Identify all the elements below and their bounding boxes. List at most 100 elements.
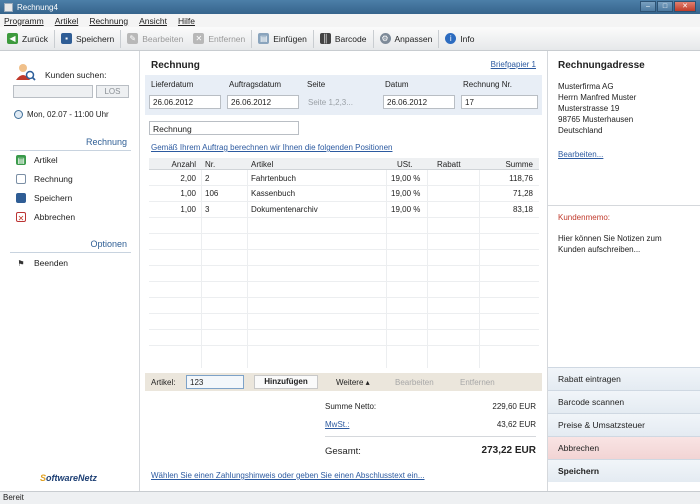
barcode-button[interactable]: ║ Barcode bbox=[315, 29, 372, 49]
remove-position-button[interactable]: Entfernen bbox=[460, 378, 495, 387]
page-field[interactable]: Seite 1,2,3... bbox=[304, 95, 376, 109]
address-line: Musterfirma AG bbox=[558, 82, 614, 91]
panel-divider bbox=[548, 205, 700, 206]
totals-divider bbox=[325, 436, 536, 437]
menu-programm[interactable]: Programm bbox=[4, 16, 44, 26]
section-divider bbox=[10, 252, 131, 253]
sidebar-item-speichern[interactable]: Speichern bbox=[16, 193, 72, 203]
edit-icon: ✎ bbox=[127, 33, 139, 44]
toolbar-separator bbox=[53, 29, 55, 48]
grid-line bbox=[479, 158, 480, 368]
sidebar-item-rechnung[interactable]: Rechnung bbox=[16, 174, 73, 184]
paste-button[interactable]: ▤ Einfügen bbox=[253, 29, 312, 49]
add-article-button[interactable]: Hinzufügen bbox=[254, 375, 318, 389]
document-icon bbox=[16, 174, 26, 184]
status-bar: Bereit bbox=[0, 491, 700, 504]
menu-hilfe[interactable]: Hilfe bbox=[178, 16, 195, 26]
column-header-vat[interactable]: USt. bbox=[397, 160, 413, 169]
row-article: Kassenbuch bbox=[251, 189, 296, 198]
customize-button[interactable]: ⚙ Anpassen bbox=[375, 29, 438, 49]
clipboard-icon: ▤ bbox=[258, 33, 270, 44]
toolbar-separator bbox=[312, 29, 314, 48]
customer-memo-text[interactable]: Hier können Sie Notizen zum Kunden aufsc… bbox=[558, 233, 688, 255]
back-button[interactable]: ◀ Zurück bbox=[2, 29, 53, 49]
article-entry-label: Artikel: bbox=[151, 378, 176, 387]
row-nr: 2 bbox=[205, 174, 210, 183]
app-icon bbox=[4, 2, 13, 12]
clock-icon bbox=[14, 110, 23, 119]
customer-memo-title: Kundenmemo: bbox=[558, 213, 611, 222]
address-line: Herrn Manfred Muster bbox=[558, 93, 637, 102]
letterhead-link[interactable]: Briefpapier 1 bbox=[491, 60, 536, 69]
page-label: Seite bbox=[307, 80, 326, 89]
menu-rechnung[interactable]: Rechnung bbox=[89, 16, 128, 26]
toolbar-separator bbox=[372, 29, 374, 48]
invoice-number-label: Rechnung Nr. bbox=[463, 80, 512, 89]
info-icon: i bbox=[445, 33, 457, 44]
edit-button[interactable]: ✎ Bearbeiten bbox=[122, 29, 188, 49]
save-invoice-button[interactable]: Speichern bbox=[548, 459, 700, 482]
row-vat: 19,00 % bbox=[391, 189, 421, 198]
prices-tax-button[interactable]: Preise & Umsatzsteuer bbox=[548, 413, 700, 436]
grid-line bbox=[149, 249, 539, 250]
invoice-number-field[interactable]: 17 bbox=[461, 95, 538, 109]
delivery-date-field[interactable]: 26.06.2012 bbox=[149, 95, 221, 109]
address-line: 98765 Musterhausen bbox=[558, 115, 634, 124]
add-discount-button[interactable]: Rabatt eintragen bbox=[548, 367, 700, 390]
invoice-header-fields: Lieferdatum 26.06.2012 Auftragsdatum 26.… bbox=[145, 75, 542, 115]
column-header-nr[interactable]: Nr. bbox=[205, 160, 215, 169]
billing-address: Musterfirma AG Herrn Manfred Muster Must… bbox=[558, 81, 636, 136]
save-button[interactable]: ▪ Speichern bbox=[56, 29, 119, 49]
customer-search-input[interactable] bbox=[13, 85, 93, 98]
maximize-button[interactable]: □ bbox=[657, 1, 673, 12]
menu-ansicht[interactable]: Ansicht bbox=[139, 16, 167, 26]
window-controls: – □ ✕ bbox=[640, 1, 696, 12]
invoice-name-field[interactable]: Rechnung bbox=[149, 121, 299, 135]
grid-line bbox=[427, 158, 428, 368]
row-qty: 1,00 bbox=[180, 205, 196, 214]
edit-position-button[interactable]: Bearbeiten bbox=[395, 378, 434, 387]
net-total-value: 229,60 EUR bbox=[492, 402, 536, 411]
minimize-button[interactable]: – bbox=[640, 1, 656, 12]
search-go-button[interactable]: LOS bbox=[96, 85, 129, 98]
vat-link[interactable]: MwSt.: bbox=[325, 420, 349, 429]
more-button[interactable]: Weitere ▴ bbox=[336, 378, 370, 387]
floppy-icon: ▪ bbox=[60, 33, 72, 44]
sidebar-item-abbrechen[interactable]: ✕ Abbrechen bbox=[16, 212, 75, 223]
sidebar-item-artikel[interactable]: ▤ Artikel bbox=[16, 155, 58, 165]
gross-total-value: 273,22 EUR bbox=[481, 445, 536, 456]
grid-line bbox=[149, 233, 539, 234]
column-header-discount[interactable]: Rabatt bbox=[437, 160, 461, 169]
row-sum: 118,76 bbox=[509, 174, 533, 183]
row-article: Fahrtenbuch bbox=[251, 174, 296, 183]
payment-note-link[interactable]: Wählen Sie einen Zahlungshinweis oder ge… bbox=[151, 471, 425, 480]
row-vat: 19,00 % bbox=[391, 205, 421, 214]
softwarenetz-logo: SoftwareNetz bbox=[40, 473, 98, 483]
column-header-sum[interactable]: Summe bbox=[505, 160, 533, 169]
billing-address-title: Rechnungadresse bbox=[558, 60, 645, 71]
grid-line bbox=[149, 345, 539, 346]
sidebar: Kunden suchen: LOS Mon, 02.07 - 11:00 Uh… bbox=[0, 51, 140, 491]
delivery-date-label: Lieferdatum bbox=[151, 80, 194, 89]
info-button[interactable]: i Info bbox=[440, 29, 479, 49]
toolbar-separator bbox=[438, 29, 440, 48]
scan-barcode-button[interactable]: Barcode scannen bbox=[548, 390, 700, 413]
article-number-input[interactable]: 123 bbox=[186, 375, 244, 389]
menu-artikel[interactable]: Artikel bbox=[55, 16, 79, 26]
gear-icon: ⚙ bbox=[379, 33, 391, 44]
close-button[interactable]: ✕ bbox=[674, 1, 696, 12]
sidebar-item-beenden[interactable]: ⚑ Beenden bbox=[16, 258, 68, 268]
edit-address-link[interactable]: Bearbeiten... bbox=[558, 150, 603, 159]
customer-search-label: Kunden suchen: bbox=[45, 70, 107, 80]
invoice-panel: Rechnung Briefpapier 1 Lieferdatum 26.06… bbox=[141, 51, 546, 491]
column-header-article[interactable]: Artikel bbox=[251, 160, 273, 169]
cancel-button[interactable]: Abbrechen bbox=[548, 436, 700, 459]
remove-button[interactable]: ✕ Entfernen bbox=[188, 29, 250, 49]
intro-text-link[interactable]: Gemäß Ihrem Auftrag berechnen wir Ihnen … bbox=[151, 143, 392, 152]
grid-line bbox=[149, 185, 539, 186]
order-date-field[interactable]: 26.06.2012 bbox=[227, 95, 299, 109]
current-date: Mon, 02.07 - 11:00 Uhr bbox=[14, 110, 109, 119]
invoice-date-field[interactable]: 26.06.2012 bbox=[383, 95, 455, 109]
column-header-qty[interactable]: Anzahl bbox=[172, 160, 196, 169]
row-qty: 1,00 bbox=[180, 189, 196, 198]
